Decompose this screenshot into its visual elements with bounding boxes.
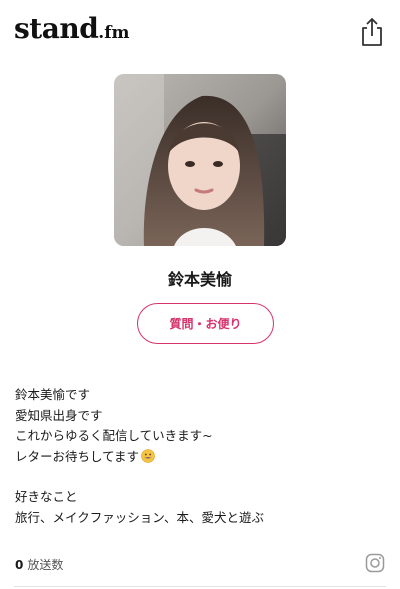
bio-line-with-emoji: レターお待ちしてます bbox=[15, 447, 385, 468]
stand-fm-logo[interactable]: stand.fm bbox=[14, 12, 130, 45]
share-icon[interactable] bbox=[358, 16, 386, 48]
profile-bio: 鈴本美愉です 愛知県出身です これからゆるく配信していきます~ レターお待ちして… bbox=[15, 385, 385, 528]
logo-main-text: stand bbox=[14, 12, 99, 45]
broadcast-stats: 0 放送数 bbox=[15, 556, 63, 573]
profile-name: 鈴本美愉 bbox=[167, 270, 232, 289]
app-header: stand.fm bbox=[0, 0, 400, 62]
likes-text: 旅行、メイクファッション、本、愛犬と遊ぶ bbox=[15, 509, 265, 525]
footer-divider bbox=[14, 586, 386, 587]
bio-line-text: レターお待ちしてます bbox=[15, 448, 140, 464]
profile-page: stand.fm 鈴本美愉 質問・お便り 鈴本美愉です 愛知県出身です これから… bbox=[0, 0, 400, 589]
instagram-icon[interactable] bbox=[365, 553, 385, 573]
broadcast-count: 0 bbox=[15, 558, 24, 572]
likes-heading: 好きなこと bbox=[15, 489, 78, 504]
grinning-face-icon bbox=[141, 448, 155, 463]
profile-avatar bbox=[114, 74, 286, 246]
bio-line: これからゆるく配信していきます~ bbox=[15, 428, 213, 443]
bio-line: 愛知県出身です bbox=[15, 407, 103, 423]
broadcast-label: 放送数 bbox=[27, 558, 64, 572]
bio-spacer bbox=[15, 467, 385, 487]
letter-button[interactable]: 質問・お便り bbox=[137, 303, 274, 344]
bio-line: 鈴本美愉です bbox=[15, 387, 91, 402]
logo-suffix-text: .fm bbox=[98, 23, 130, 43]
